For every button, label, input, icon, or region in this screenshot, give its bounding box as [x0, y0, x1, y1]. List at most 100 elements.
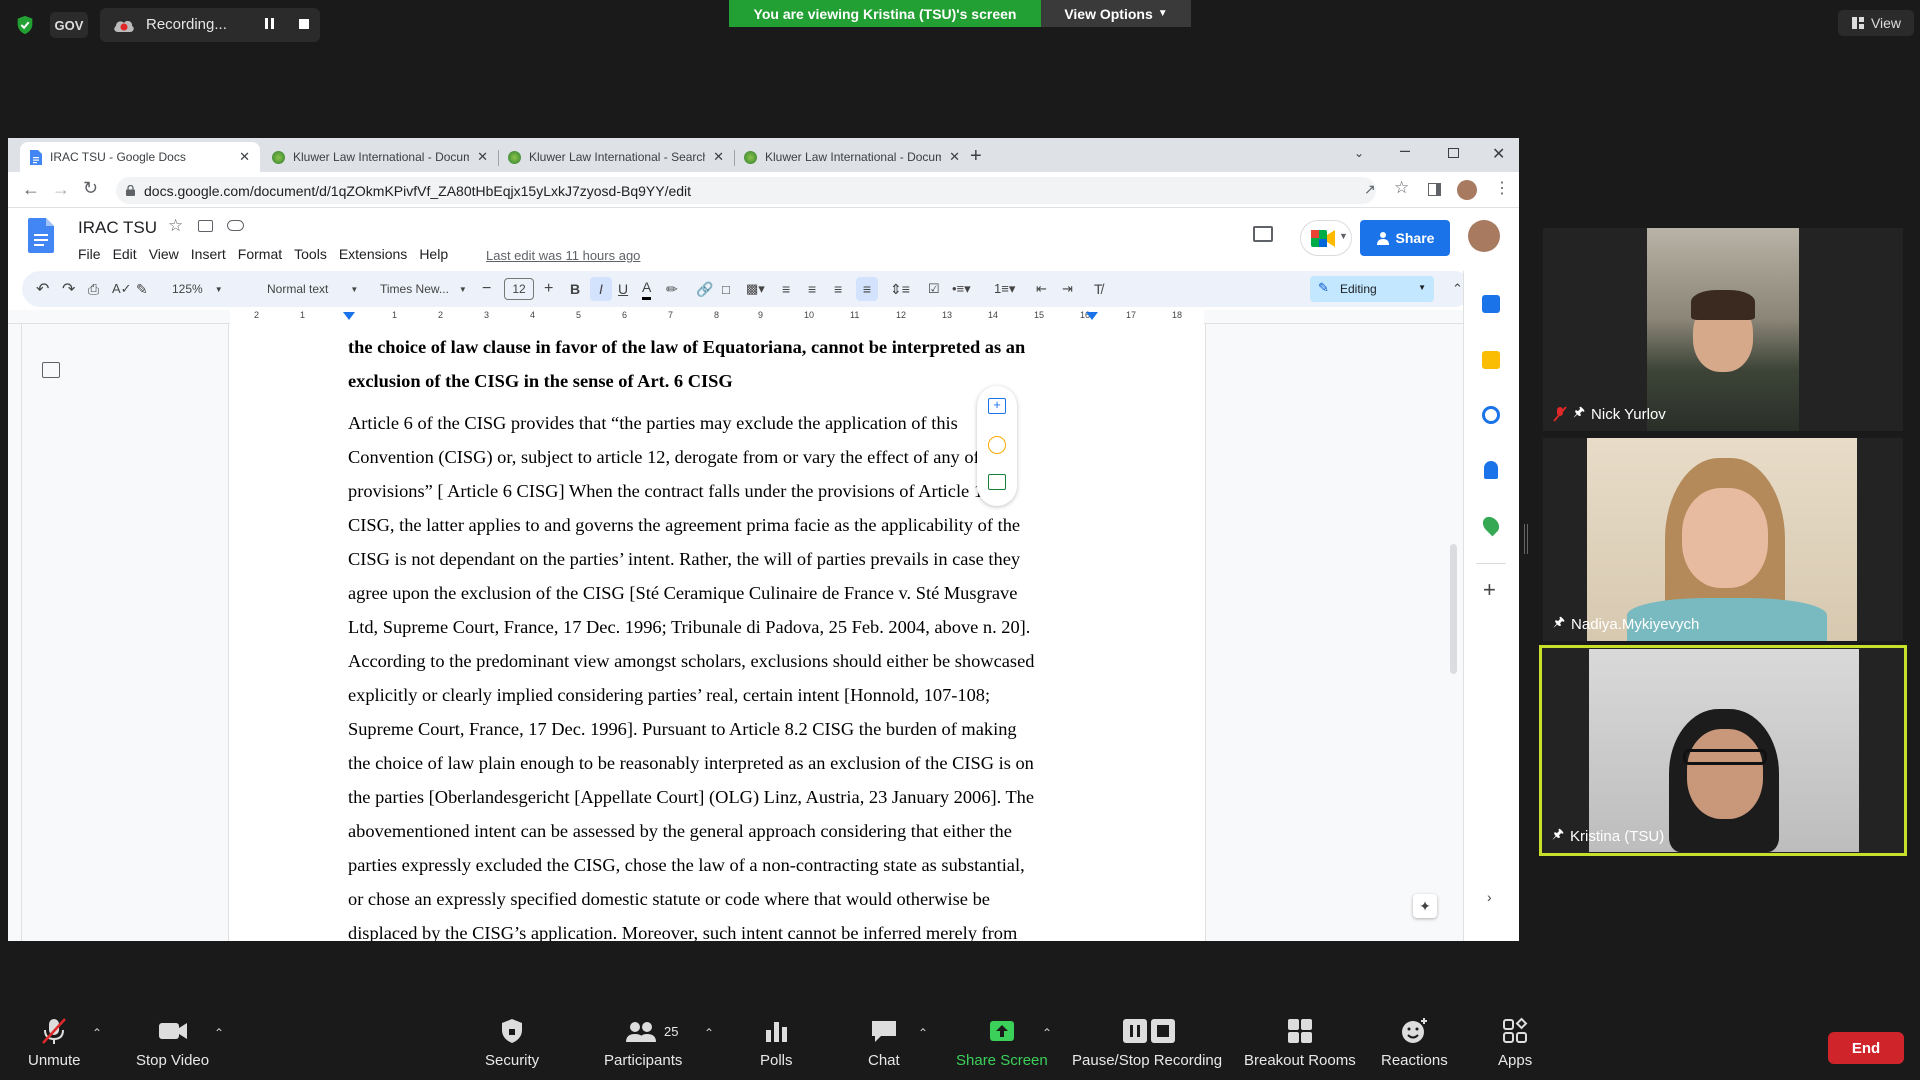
decrease-font-size-button[interactable]: − [482, 271, 491, 307]
comments-icon[interactable] [1253, 226, 1273, 242]
editing-mode-select[interactable]: ✎ Editing ▼ [1310, 276, 1434, 302]
explore-sparkle-icon[interactable]: ✦ [1413, 894, 1437, 918]
suggest-edit-icon[interactable] [988, 474, 1006, 490]
menu-edit[interactable]: Edit [113, 246, 137, 262]
tasks-icon[interactable] [1482, 406, 1500, 424]
address-bar[interactable]: docs.google.com/document/d/1qZOkmKPivfVf… [116, 177, 1376, 204]
share-page-icon[interactable]: ↗ [1364, 181, 1376, 198]
undo-icon[interactable]: ↶ [36, 271, 49, 307]
add-comment-plus-icon[interactable]: + [988, 398, 1006, 414]
close-tab-icon[interactable]: ✕ [239, 149, 250, 165]
caret-up-icon[interactable]: ⌃ [1042, 1026, 1052, 1040]
underline-icon[interactable]: U [618, 271, 628, 307]
bold-icon[interactable]: B [570, 271, 580, 307]
print-icon[interactable]: ⎙ [88, 271, 99, 307]
participant-tile-nick[interactable]: 🖈 Nick Yurlov [1543, 228, 1903, 431]
numbered-list-icon[interactable]: 1≡▾ [994, 271, 1015, 307]
gov-badge[interactable]: GOV [50, 12, 88, 38]
tab-kluwer-2[interactable]: Kluwer Law International - Search ✕ [498, 142, 734, 172]
restore-icon[interactable] [1448, 148, 1459, 158]
document-page[interactable]: the choice of law clause in favor of the… [228, 324, 1206, 941]
line-spacing-icon[interactable]: ⇕≡ [890, 271, 910, 307]
view-options-button[interactable]: View Options ▼ [1041, 0, 1191, 27]
right-indent-marker[interactable] [1086, 312, 1098, 320]
polls-button[interactable]: Polls [760, 1016, 793, 1069]
align-right-icon[interactable]: ≡ [834, 271, 842, 307]
move-folder-icon[interactable] [198, 220, 213, 232]
align-left-icon[interactable]: ≡ [782, 271, 790, 307]
google-docs-logo-icon[interactable] [28, 218, 54, 253]
apps-button[interactable]: Apps [1498, 1016, 1532, 1069]
contacts-icon[interactable] [1484, 461, 1498, 479]
get-addons-plus-icon[interactable]: + [1483, 577, 1496, 603]
share-button[interactable]: Share [1360, 220, 1450, 256]
chrome-menu-icon[interactable]: ⋮ [1494, 178, 1510, 198]
star-icon[interactable]: ☆ [168, 216, 183, 236]
reactions-button[interactable]: Reactions [1381, 1016, 1448, 1069]
close-tab-icon[interactable]: ✕ [713, 149, 724, 165]
cloud-saved-icon[interactable] [227, 220, 244, 231]
close-tab-icon[interactable]: ✕ [477, 149, 488, 165]
unmute-button[interactable]: Unmute [28, 1016, 81, 1069]
caret-up-icon[interactable]: ⌃ [214, 1026, 224, 1040]
participant-tile-kristina-active-speaker[interactable]: 🖈 Kristina (TSU) [1539, 645, 1907, 856]
back-arrow-icon[interactable]: ← [22, 179, 40, 200]
document-outline-icon[interactable] [42, 362, 60, 378]
align-center-icon[interactable]: ≡ [808, 271, 816, 307]
reload-icon[interactable]: ↻ [83, 178, 98, 199]
calendar-icon[interactable] [1482, 295, 1500, 313]
checklist-icon[interactable]: ☑ [928, 271, 940, 307]
font-size-field[interactable]: 12 [504, 271, 534, 307]
chat-button[interactable]: Chat [868, 1016, 900, 1069]
spellcheck-icon[interactable]: A✓ [112, 271, 132, 307]
paint-format-icon[interactable]: ✎ [136, 271, 148, 307]
last-edit-link[interactable]: Last edit was 11 hours ago [486, 248, 640, 263]
text-color-icon[interactable]: A [642, 276, 652, 300]
highlight-icon[interactable]: ✏ [666, 271, 678, 307]
vertical-scrollbar[interactable] [1450, 544, 1457, 674]
menu-file[interactable]: File [78, 246, 101, 262]
stop-recording-button[interactable] [299, 19, 309, 29]
zoom-select[interactable]: 125% ▼ [172, 271, 223, 307]
align-justify-icon[interactable]: ≡ [856, 277, 878, 301]
stop-video-button[interactable]: Stop Video [136, 1016, 209, 1069]
menu-format[interactable]: Format [238, 246, 282, 262]
end-meeting-button[interactable]: End [1828, 1032, 1904, 1064]
share-screen-button[interactable]: Share Screen [956, 1016, 1048, 1069]
menu-extensions[interactable]: Extensions [339, 246, 407, 262]
increase-font-size-button[interactable]: + [544, 271, 553, 307]
tab-irac-docs[interactable]: IRAC TSU - Google Docs ✕ [20, 142, 260, 172]
pause-stop-recording-button[interactable]: Pause/Stop Recording [1072, 1016, 1222, 1069]
font-select[interactable]: Times New... ▼ [380, 271, 467, 307]
tab-search-chevron-icon[interactable]: ⌄ [1354, 146, 1364, 160]
italic-icon[interactable]: I [590, 277, 612, 301]
tab-kluwer-1[interactable]: Kluwer Law International - Docum ✕ [262, 142, 498, 172]
menu-view[interactable]: View [149, 246, 179, 262]
bookmark-star-icon[interactable]: ☆ [1394, 178, 1409, 198]
maps-icon[interactable] [1479, 513, 1503, 537]
tab-kluwer-3[interactable]: Kluwer Law International - Docum ✕ [734, 142, 970, 172]
document-title[interactable]: IRAC TSU [78, 218, 157, 238]
decrease-indent-icon[interactable]: ⇤ [1036, 271, 1047, 307]
left-indent-marker[interactable] [343, 312, 355, 320]
emoji-reaction-icon[interactable] [988, 436, 1006, 454]
show-side-panel-chevron-icon[interactable]: › [1487, 889, 1492, 905]
caret-up-icon[interactable]: ⌃ [918, 1026, 928, 1040]
menu-insert[interactable]: Insert [191, 246, 226, 262]
clear-formatting-icon[interactable]: T̸ [1094, 271, 1103, 307]
redo-icon[interactable]: ↷ [62, 271, 75, 307]
menu-help[interactable]: Help [419, 246, 448, 262]
style-select[interactable]: Normal text ▼ [267, 271, 358, 307]
keep-icon[interactable] [1482, 351, 1500, 369]
participant-tile-nadiya[interactable]: 🖈 Nadiya.Mykiyevych [1543, 438, 1903, 641]
close-tab-icon[interactable]: ✕ [949, 149, 960, 165]
menu-tools[interactable]: Tools [294, 246, 327, 262]
caret-up-icon[interactable]: ⌃ [704, 1026, 714, 1040]
forward-arrow-icon[interactable]: → [52, 179, 70, 200]
add-comment-icon[interactable]: □ [722, 271, 730, 307]
security-button[interactable]: Security [485, 1016, 539, 1069]
window-close-icon[interactable]: ✕ [1492, 144, 1505, 164]
account-avatar[interactable] [1468, 220, 1500, 252]
caret-up-icon[interactable]: ⌃ [92, 1026, 102, 1040]
insert-image-icon[interactable]: ▩▾ [746, 271, 765, 307]
